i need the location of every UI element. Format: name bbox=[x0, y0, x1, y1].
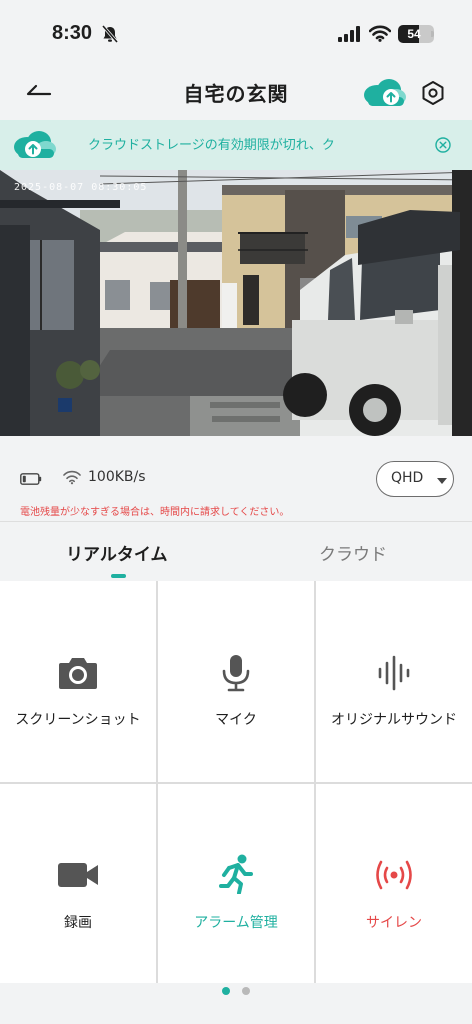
siren-label: サイレン bbox=[366, 915, 422, 931]
network-wifi-icon bbox=[63, 470, 81, 485]
stream-info-bar: 100KB/s QHD 電池残量が少なすぎる場合は、時間内に請求してください。 bbox=[0, 436, 472, 521]
video-frame bbox=[0, 170, 472, 436]
tab-cloud[interactable]: クラウド bbox=[319, 540, 387, 565]
controls-grid: スクリーンショット マイク オリジナルサウンド 録画 アラーム管理 サイレン bbox=[0, 581, 472, 985]
settings-hexagon-icon[interactable] bbox=[418, 78, 448, 108]
app-header: 自宅の玄関 bbox=[0, 66, 472, 118]
caret-down-icon bbox=[437, 478, 447, 484]
camera-icon bbox=[59, 658, 97, 689]
siren-icon bbox=[376, 860, 412, 890]
microphone-icon bbox=[222, 655, 250, 692]
cloud-expired-banner[interactable]: クラウドストレージの有効期限が切れ、ク bbox=[0, 120, 472, 170]
video-camera-icon bbox=[58, 863, 98, 887]
record-button[interactable]: 録画 bbox=[0, 784, 156, 985]
sound-wave-icon bbox=[378, 655, 410, 691]
alarm-management-button[interactable]: アラーム管理 bbox=[158, 784, 314, 985]
view-tabs: リアルタイム クラウド bbox=[0, 521, 472, 581]
cellular-signal-icon bbox=[338, 26, 360, 42]
page-dot[interactable] bbox=[242, 987, 250, 995]
status-time: 8:30 bbox=[52, 22, 93, 44]
device-battery-low-icon bbox=[20, 473, 42, 485]
original-sound-label: オリジナルサウンド bbox=[331, 712, 457, 728]
alarm-management-label: アラーム管理 bbox=[194, 915, 278, 931]
screenshot-button[interactable]: スクリーンショット bbox=[0, 581, 156, 782]
tab-realtime[interactable]: リアルタイム bbox=[66, 540, 168, 565]
screenshot-label: スクリーンショット bbox=[15, 712, 141, 728]
original-sound-button[interactable]: オリジナルサウンド bbox=[316, 581, 472, 782]
active-tab-indicator bbox=[111, 574, 126, 578]
banner-message: クラウドストレージの有効期限が切れ、ク bbox=[88, 138, 335, 153]
bell-muted-icon bbox=[101, 24, 119, 44]
battery-warning-text: 電池残量が少なすぎる場合は、時間内に請求してください。 bbox=[20, 507, 290, 518]
microphone-label: マイク bbox=[215, 712, 257, 728]
battery-percent: 54 bbox=[407, 27, 421, 41]
battery-indicator: 54 bbox=[398, 25, 434, 43]
page-indicator bbox=[0, 983, 472, 1024]
quality-selector[interactable]: QHD bbox=[376, 461, 454, 497]
quality-label: QHD bbox=[391, 470, 424, 486]
close-circle-icon[interactable] bbox=[433, 135, 453, 155]
wifi-icon bbox=[369, 25, 391, 42]
microphone-button[interactable]: マイク bbox=[158, 581, 314, 782]
cloud-upload-icon bbox=[14, 131, 56, 158]
page-dot-active[interactable] bbox=[222, 987, 230, 995]
video-timestamp: 2025-08-07 08:30:05 bbox=[14, 182, 148, 193]
network-speed: 100KB/s bbox=[88, 469, 146, 485]
siren-button[interactable]: サイレン bbox=[316, 784, 472, 985]
live-video-feed[interactable]: 2025-08-07 08:30:05 bbox=[0, 170, 472, 436]
status-bar: 8:30 54 bbox=[0, 0, 472, 66]
running-person-icon bbox=[219, 854, 253, 894]
record-label: 録画 bbox=[64, 915, 92, 931]
cloud-upload-icon[interactable] bbox=[360, 76, 408, 108]
